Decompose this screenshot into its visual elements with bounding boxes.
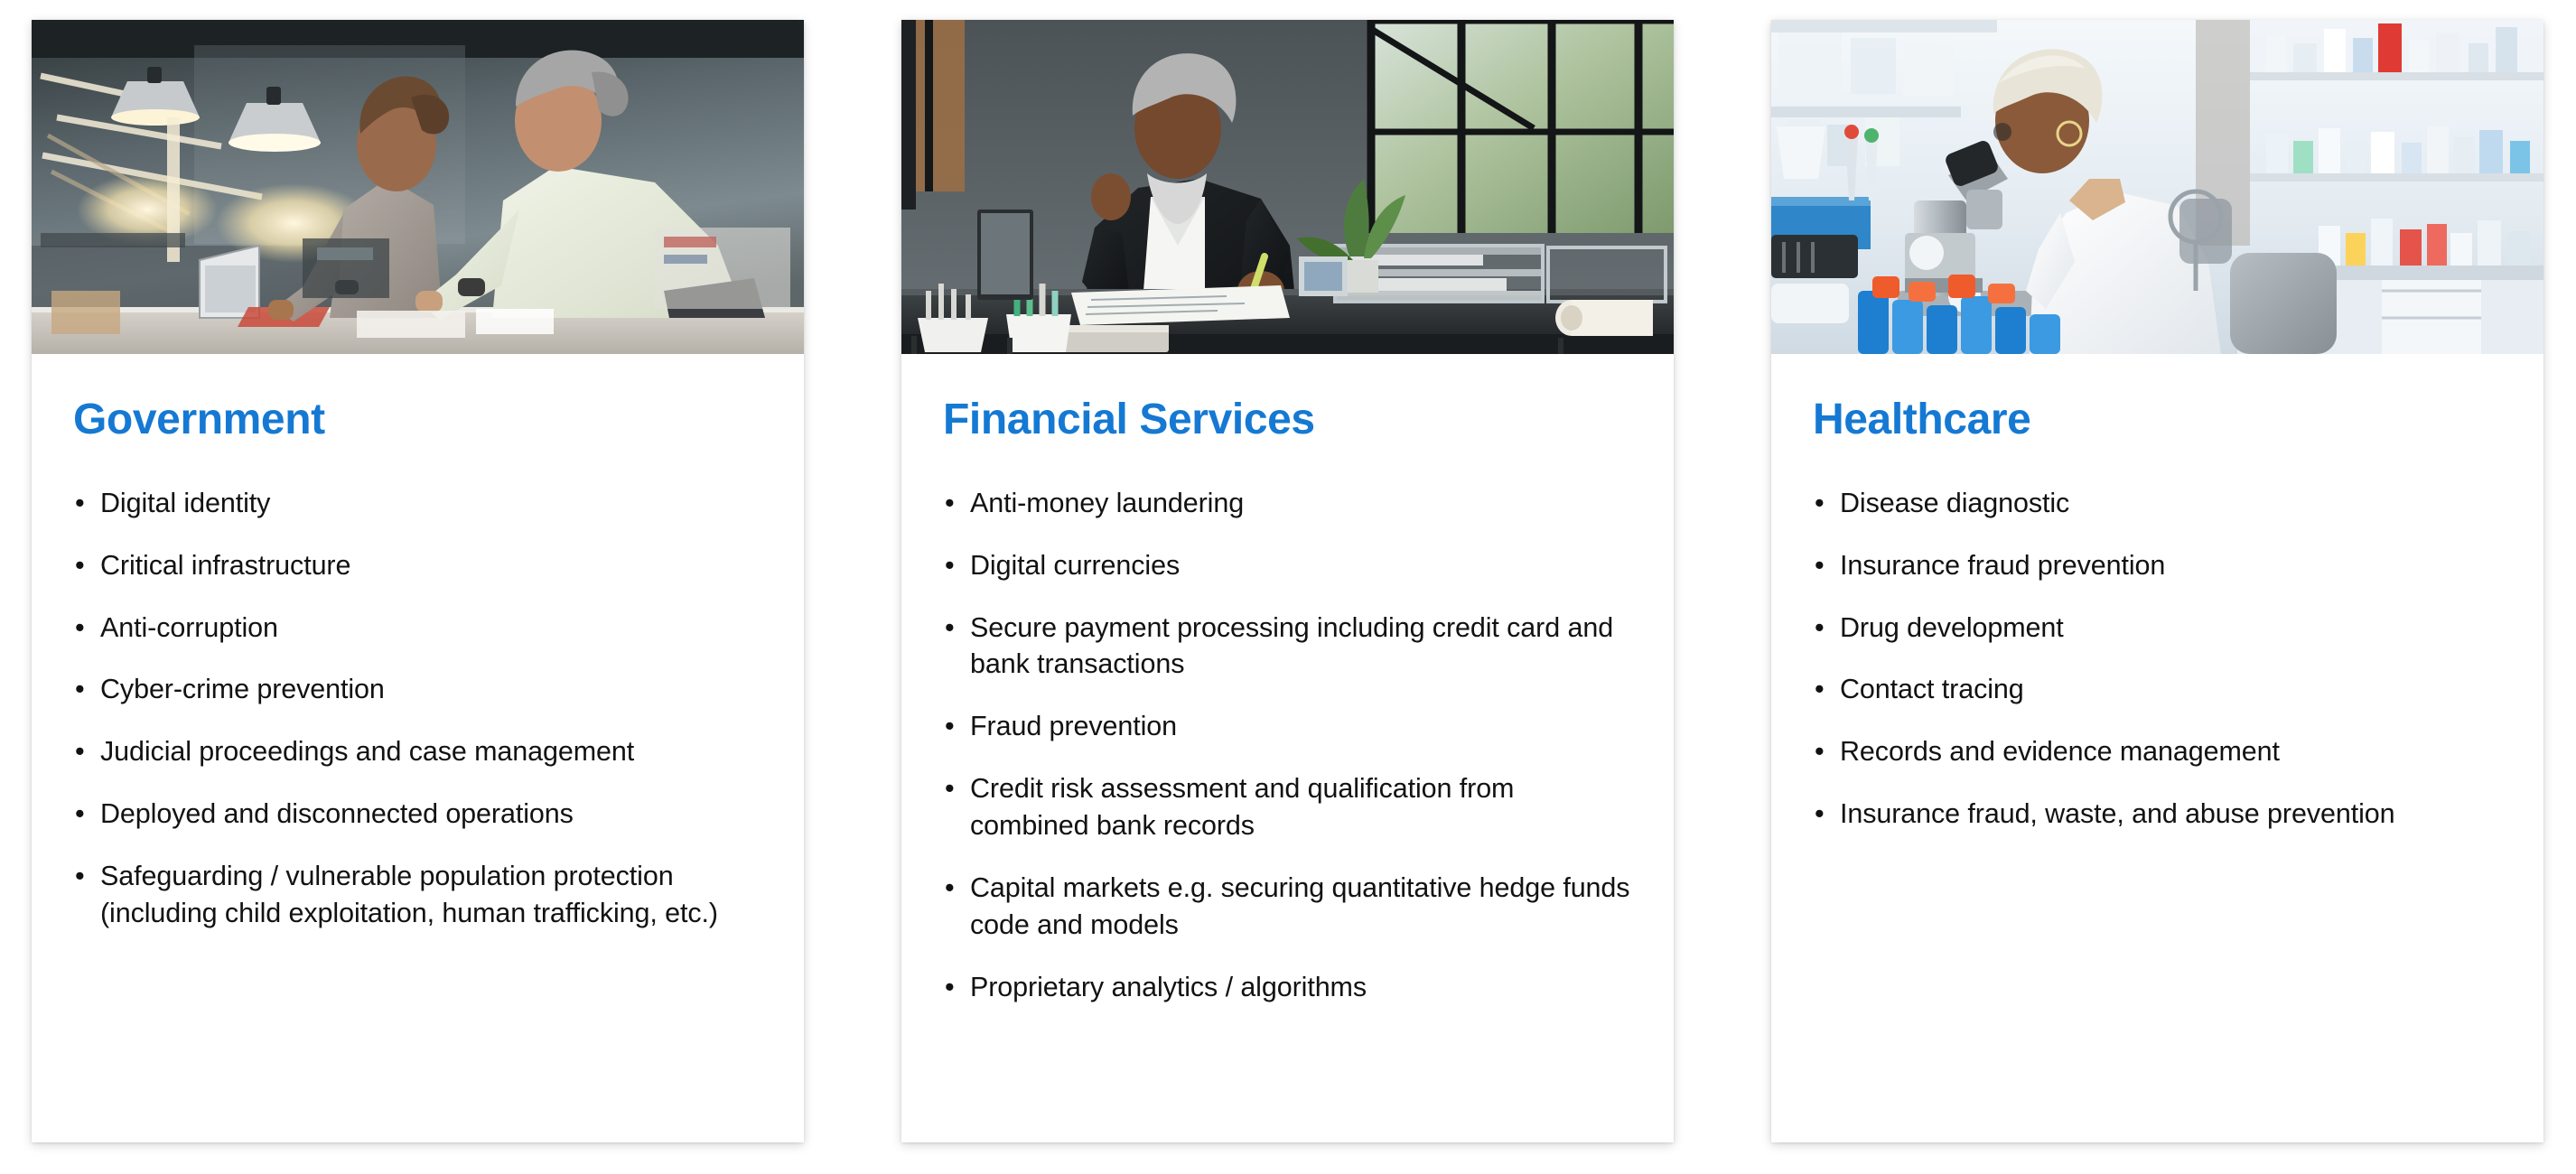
list-item: Proprietary analytics / algorithms <box>943 969 1632 1006</box>
card-body-healthcare: Healthcare Disease diagnostic Insurance … <box>1771 354 2543 1142</box>
bullet-list-financial-services: Anti-money laundering Digital currencies… <box>943 485 1632 1006</box>
card-image-healthcare <box>1771 20 2543 354</box>
list-item: Digital currencies <box>943 547 1632 584</box>
industry-card-government[interactable]: Government Digital identity Critical inf… <box>32 20 804 1142</box>
list-item: Cyber-crime prevention <box>73 671 762 708</box>
list-item: Judicial proceedings and case management <box>73 733 762 770</box>
list-item: Capital markets e.g. securing quantitati… <box>943 870 1632 944</box>
industry-scenarios-slide: Government Digital identity Critical inf… <box>0 0 2576 1174</box>
industry-card-healthcare[interactable]: Healthcare Disease diagnostic Insurance … <box>1771 20 2543 1142</box>
list-item: Contact tracing <box>1813 671 2502 708</box>
list-item: Credit risk assessment and qualification… <box>943 770 1632 844</box>
card-title-government: Government <box>73 396 325 443</box>
list-item: Anti-corruption <box>73 610 762 647</box>
card-title-financial-services: Financial Services <box>943 396 1315 443</box>
list-item: Insurance fraud, waste, and abuse preven… <box>1813 796 2502 833</box>
card-image-government <box>32 20 804 354</box>
list-item: Anti-money laundering <box>943 485 1632 522</box>
list-item: Fraud prevention <box>943 708 1632 745</box>
list-item: Drug development <box>1813 610 2502 647</box>
list-item: Deployed and disconnected operations <box>73 796 762 833</box>
bullet-list-healthcare: Disease diagnostic Insurance fraud preve… <box>1813 485 2502 833</box>
bullet-list-government: Digital identity Critical infrastructure… <box>73 485 762 932</box>
list-item: Critical infrastructure <box>73 547 762 584</box>
list-item: Safeguarding / vulnerable population pro… <box>73 858 762 932</box>
list-item: Disease diagnostic <box>1813 485 2502 522</box>
list-item: Insurance fraud prevention <box>1813 547 2502 584</box>
industry-card-financial-services[interactable]: Financial Services Anti-money laundering… <box>901 20 1674 1142</box>
card-image-financial-services <box>901 20 1674 354</box>
card-title-healthcare: Healthcare <box>1813 396 2031 443</box>
list-item: Secure payment processing including cred… <box>943 610 1632 684</box>
list-item: Digital identity <box>73 485 762 522</box>
list-item: Records and evidence management <box>1813 733 2502 770</box>
card-body-financial-services: Financial Services Anti-money laundering… <box>901 354 1674 1142</box>
card-body-government: Government Digital identity Critical inf… <box>32 354 804 1142</box>
